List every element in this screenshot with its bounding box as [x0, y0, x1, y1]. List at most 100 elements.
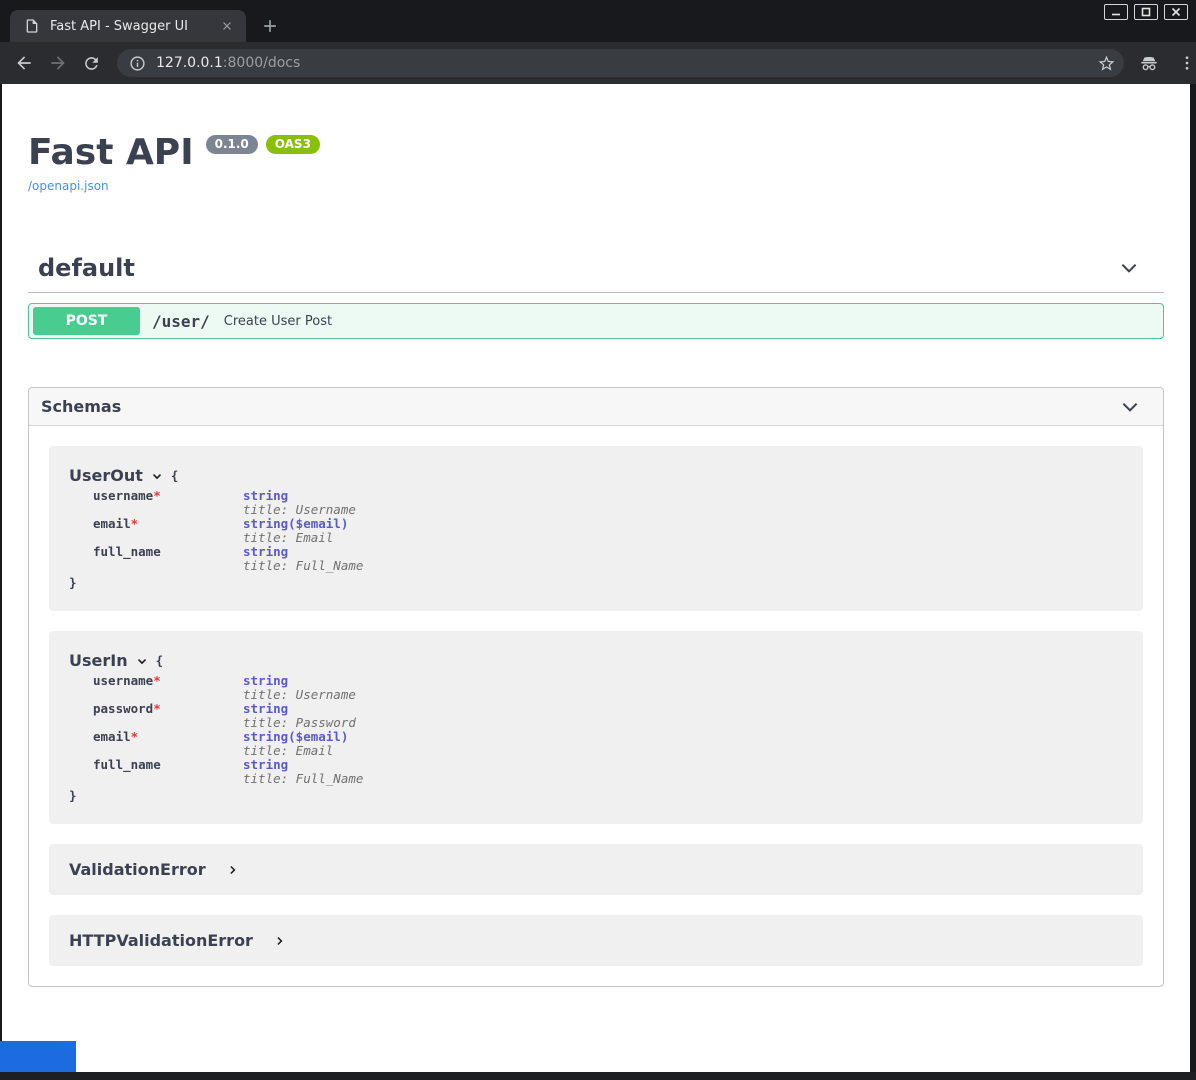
forward-icon[interactable]	[48, 53, 68, 73]
incognito-icon	[1138, 52, 1160, 74]
prop-title: title: Email	[243, 744, 348, 758]
openapi-spec-link[interactable]: /openapi.json	[28, 179, 109, 193]
chevron-right-icon[interactable]	[226, 863, 240, 877]
model-userin-title-row[interactable]: UserIn {	[69, 651, 1123, 670]
prop-row: full_name stringtitle: Full_Name	[93, 545, 1123, 573]
prop-title: title: Email	[243, 531, 348, 545]
tag-title: default	[38, 254, 135, 282]
model-props: username* stringtitle: Username email* s…	[93, 489, 1123, 573]
prop-type: string($email)	[243, 517, 348, 531]
required-star: *	[131, 729, 139, 744]
prop-row: email* string($email)title: Email	[93, 517, 1123, 545]
model-httpvalidationerror[interactable]: HTTPValidationError	[49, 915, 1143, 966]
chevron-down-icon[interactable]	[1119, 396, 1141, 418]
prop-name-cell: full_name	[93, 758, 243, 786]
model-userout-title-row[interactable]: UserOut {	[69, 466, 1123, 485]
prop-title: title: Full_Name	[243, 559, 363, 573]
open-brace: {	[171, 468, 179, 483]
model-userin: UserIn { username* stringtitle: Username	[49, 631, 1143, 824]
required-star: *	[153, 673, 161, 688]
reload-icon[interactable]	[82, 54, 101, 73]
method-post-button[interactable]: POST	[33, 307, 140, 335]
prop-title: title: Username	[243, 503, 356, 517]
schemas-body: UserOut { username* stringtitle: Usernam…	[29, 426, 1163, 986]
back-icon[interactable]	[14, 53, 34, 73]
prop-type: string	[243, 545, 363, 559]
prop-title: title: Username	[243, 688, 356, 702]
open-brace: {	[156, 653, 164, 668]
prop-value-cell: stringtitle: Username	[243, 674, 356, 702]
tag-section-header[interactable]: default	[28, 254, 1164, 293]
window-border-bottom	[0, 1072, 1196, 1080]
prop-value-cell: stringtitle: Password	[243, 702, 356, 730]
tab-title: Fast API - Swagger UI	[50, 19, 218, 34]
highlight-overlay	[0, 1041, 76, 1072]
version-badge: 0.1.0	[206, 135, 258, 154]
prop-name: username	[93, 488, 153, 503]
operation-summary: Create User Post	[224, 314, 332, 329]
api-info: Fast API0.1.0OAS3 /openapi.json	[28, 132, 1164, 194]
prop-name-cell: email*	[93, 517, 243, 545]
browser-tab[interactable]: Fast API - Swagger UI	[10, 10, 246, 42]
url-path: :8000/docs	[223, 55, 301, 71]
prop-name-cell: full_name	[93, 545, 243, 573]
model-name: UserOut	[69, 466, 143, 485]
chevron-right-icon[interactable]	[273, 934, 287, 948]
minimize-icon[interactable]	[1104, 4, 1128, 20]
prop-type: string	[243, 674, 356, 688]
prop-value-cell: stringtitle: Username	[243, 489, 356, 517]
tag-section-default: default POST /user/ Create User Post	[28, 254, 1164, 339]
menu-kebab-icon[interactable]	[1178, 54, 1196, 72]
prop-value-cell: string($email)title: Email	[243, 517, 348, 545]
bookmark-star-icon[interactable]	[1097, 54, 1116, 73]
prop-name: full_name	[93, 757, 161, 772]
model-name: ValidationError	[69, 860, 206, 879]
chevron-down-icon[interactable]	[1118, 257, 1140, 279]
prop-value-cell: stringtitle: Full_Name	[243, 758, 363, 786]
schemas-header[interactable]: Schemas	[29, 388, 1163, 426]
window-border-right	[1190, 84, 1196, 1072]
prop-row: password* stringtitle: Password	[93, 702, 1123, 730]
prop-name: username	[93, 673, 153, 688]
url-host: 127.0.0.1	[156, 55, 223, 71]
model-name: HTTPValidationError	[69, 931, 253, 950]
toolbar-right	[1138, 52, 1196, 74]
tab-strip: Fast API - Swagger UI	[0, 0, 1196, 42]
chevron-down-icon[interactable]	[135, 654, 149, 668]
prop-row: full_name stringtitle: Full_Name	[93, 758, 1123, 786]
close-icon[interactable]	[1164, 4, 1188, 20]
prop-row: email* string($email)title: Email	[93, 730, 1123, 758]
badges: 0.1.0OAS3	[206, 135, 320, 154]
url-text[interactable]: 127.0.0.1:8000/docs	[156, 55, 1097, 71]
model-validationerror[interactable]: ValidationError	[49, 844, 1143, 895]
browser-toolbar: 127.0.0.1:8000/docs	[0, 42, 1196, 84]
site-info-icon[interactable]	[129, 55, 146, 72]
new-tab-icon[interactable]	[260, 16, 280, 36]
prop-row: username* stringtitle: Username	[93, 489, 1123, 517]
chevron-down-icon[interactable]	[150, 469, 164, 483]
required-star: *	[131, 516, 139, 531]
prop-title: title: Full_Name	[243, 772, 363, 786]
model-userout: UserOut { username* stringtitle: Usernam…	[49, 446, 1143, 611]
schemas-title: Schemas	[41, 397, 121, 416]
prop-name: email	[93, 729, 131, 744]
model-props: username* stringtitle: Username password…	[93, 674, 1123, 786]
maximize-icon[interactable]	[1134, 4, 1158, 20]
prop-name-cell: password*	[93, 702, 243, 730]
prop-value-cell: string($email)title: Email	[243, 730, 348, 758]
prop-type: string	[243, 489, 356, 503]
opblock-post-user[interactable]: POST /user/ Create User Post	[28, 303, 1164, 339]
prop-name: password	[93, 701, 153, 716]
required-star: *	[153, 701, 161, 716]
prop-type: string	[243, 702, 356, 716]
prop-row: username* stringtitle: Username	[93, 674, 1123, 702]
prop-name-cell: username*	[93, 674, 243, 702]
operation-path: /user/	[152, 312, 210, 331]
prop-name: email	[93, 516, 131, 531]
prop-name-cell: username*	[93, 489, 243, 517]
prop-name: full_name	[93, 544, 161, 559]
prop-type: string	[243, 758, 363, 772]
window-border-left	[0, 84, 2, 1072]
tab-close-icon[interactable]	[218, 17, 236, 35]
url-bar[interactable]: 127.0.0.1:8000/docs	[117, 49, 1124, 77]
